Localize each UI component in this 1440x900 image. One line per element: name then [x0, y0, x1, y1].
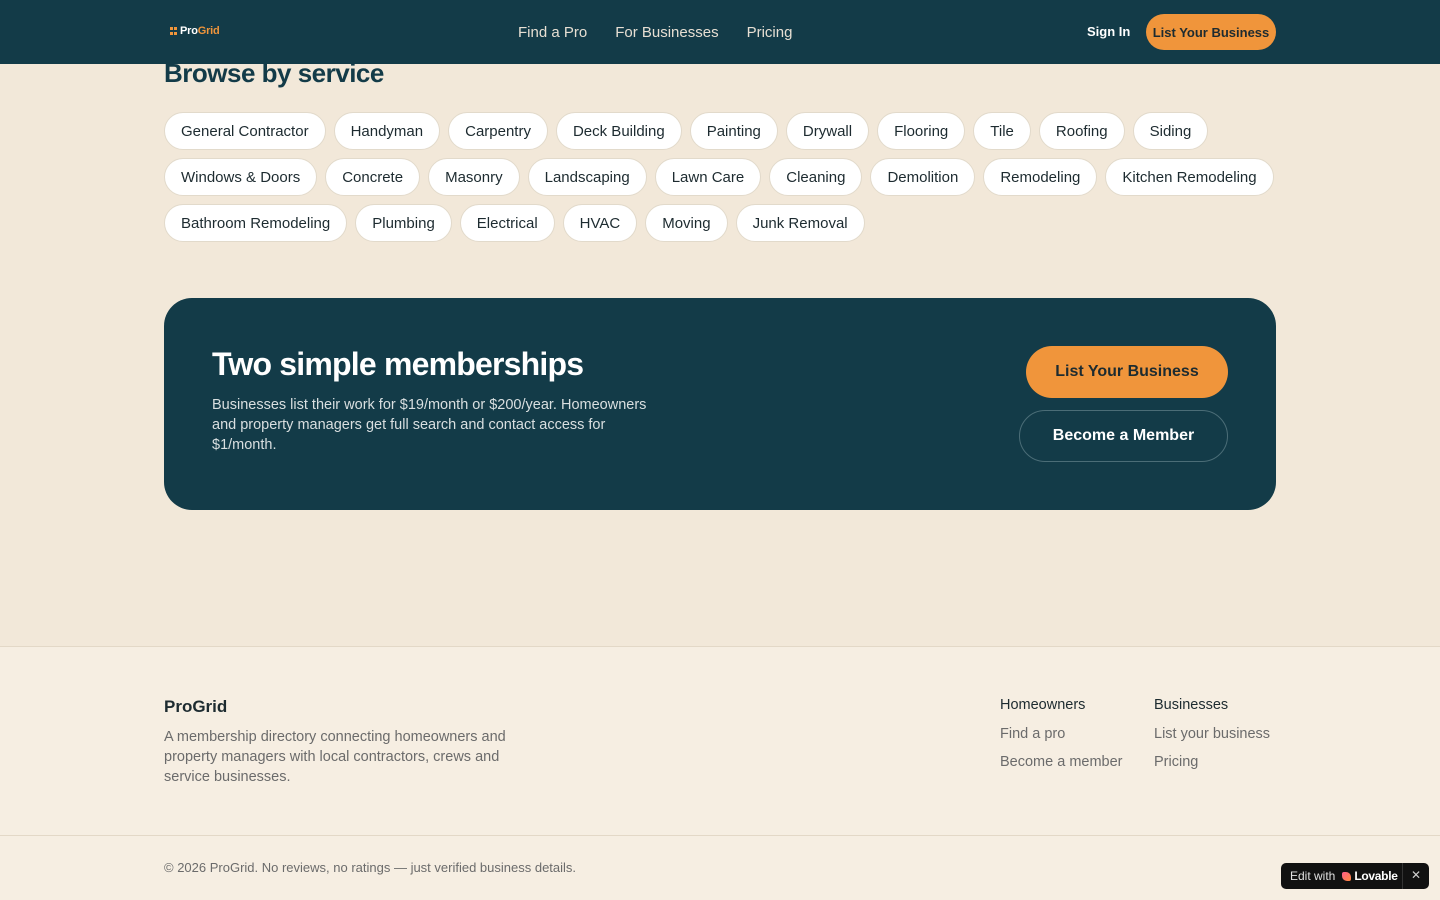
service-chip[interactable]: Lawn Care: [654, 158, 762, 196]
footer-homeowners-column: Homeowners Find a pro Become a member: [1000, 697, 1123, 781]
footer-description: A membership directory connecting homeow…: [164, 729, 506, 785]
footer-link-become-a-member[interactable]: Become a member: [1000, 753, 1123, 781]
copyright-text: © 2026 ProGrid. No reviews, no ratings —…: [164, 860, 577, 875]
service-chip[interactable]: Cleaning: [769, 158, 863, 196]
edit-with-lovable-badge[interactable]: Edit with Lovable ✕: [1281, 863, 1429, 889]
sign-in-link[interactable]: Sign In: [1087, 24, 1130, 39]
footer-link-list-your-business[interactable]: List your business: [1154, 725, 1270, 753]
service-chip[interactable]: Moving: [645, 204, 728, 242]
top-navigation-bar: ProGrid Find a Pro For Businesses Pricin…: [0, 0, 1440, 64]
chip-row: Bathroom Remodeling Plumbing Electrical …: [164, 204, 1276, 242]
chip-row: General Contractor Handyman Carpentry De…: [164, 112, 1276, 150]
service-chip[interactable]: Junk Removal: [735, 204, 865, 242]
service-chips: General Contractor Handyman Carpentry De…: [164, 112, 1276, 250]
service-chip[interactable]: Plumbing: [355, 204, 452, 242]
footer-divider: [0, 835, 1440, 836]
service-chip[interactable]: Tile: [973, 112, 1031, 150]
become-a-member-button[interactable]: Become a Member: [1019, 410, 1228, 462]
membership-cta-panel: Two simple memberships Businesses list t…: [164, 298, 1276, 510]
service-chip[interactable]: HVAC: [562, 204, 638, 242]
service-chip[interactable]: Deck Building: [555, 112, 682, 150]
service-chip[interactable]: Carpentry: [448, 112, 548, 150]
service-chip[interactable]: Landscaping: [527, 158, 647, 196]
service-chip[interactable]: Windows & Doors: [164, 158, 318, 196]
service-chip[interactable]: Siding: [1132, 112, 1209, 150]
footer-businesses-heading: Businesses: [1154, 697, 1229, 713]
service-chip[interactable]: Handyman: [333, 112, 441, 150]
service-chip[interactable]: Kitchen Remodeling: [1105, 158, 1274, 196]
service-chip[interactable]: Painting: [689, 112, 778, 150]
service-chip[interactable]: Drywall: [785, 112, 870, 150]
nav-find-a-pro[interactable]: Find a Pro: [518, 24, 587, 41]
progrid-logo[interactable]: ProGrid: [170, 25, 220, 37]
nav-pricing[interactable]: Pricing: [747, 24, 793, 41]
service-chip[interactable]: Demolition: [870, 158, 976, 196]
cta-list-your-business-button[interactable]: List Your Business: [1026, 346, 1228, 398]
nav-for-businesses[interactable]: For Businesses: [615, 24, 718, 41]
footer-brand: ProGrid: [164, 697, 228, 716]
service-chip[interactable]: Masonry: [428, 158, 520, 196]
cta-title: Two simple memberships: [212, 346, 584, 382]
service-chip[interactable]: General Contractor: [164, 112, 326, 150]
cta-description: Businesses list their work for $19/month…: [212, 397, 647, 453]
chip-row: Windows & Doors Concrete Masonry Landsca…: [164, 158, 1276, 196]
main-nav: Find a Pro For Businesses Pricing: [518, 0, 792, 64]
badge-edit-label: Edit with: [1290, 869, 1336, 883]
lovable-logo-icon: [1342, 871, 1352, 881]
footer-businesses-column: Businesses List your business Pricing: [1154, 697, 1270, 781]
footer-link-find-a-pro[interactable]: Find a pro: [1000, 725, 1123, 753]
logo-grid-icon: [170, 27, 178, 35]
footer-link-pricing[interactable]: Pricing: [1154, 753, 1270, 781]
service-chip[interactable]: Flooring: [877, 112, 966, 150]
close-icon[interactable]: ✕: [1411, 868, 1421, 882]
badge-separator: [1402, 863, 1403, 889]
service-chip[interactable]: Roofing: [1038, 112, 1125, 150]
badge-brand-label: Lovable: [1354, 869, 1398, 883]
list-your-business-button[interactable]: List Your Business: [1146, 14, 1276, 50]
service-chip[interactable]: Electrical: [459, 204, 555, 242]
footer-homeowners-heading: Homeowners: [1000, 697, 1086, 713]
service-chip[interactable]: Remodeling: [983, 158, 1098, 196]
browse-by-service-heading: Browse by service: [164, 58, 384, 88]
logo-wordmark: ProGrid: [180, 25, 220, 37]
service-chip[interactable]: Concrete: [325, 158, 421, 196]
service-chip[interactable]: Bathroom Remodeling: [164, 204, 348, 242]
